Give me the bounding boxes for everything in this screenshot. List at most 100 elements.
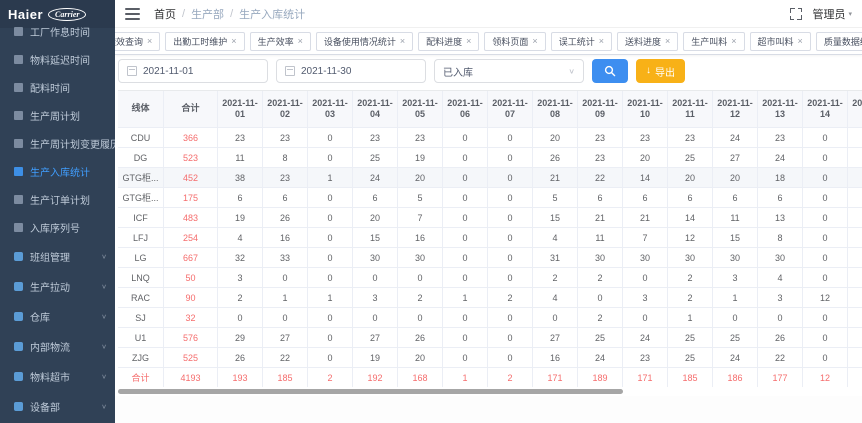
close-icon[interactable]: × bbox=[400, 37, 405, 46]
value-cell: 16 bbox=[533, 348, 578, 368]
total-cell: 667 bbox=[164, 248, 218, 268]
table-row[interactable]: LFJ25441601516004117121580 bbox=[118, 228, 862, 248]
value-cell: 11 bbox=[218, 148, 263, 168]
date-to-field[interactable] bbox=[276, 59, 426, 83]
value-cell: 25 bbox=[668, 148, 713, 168]
sidebar-group-label: 生产拉动 bbox=[30, 279, 94, 294]
search-button[interactable] bbox=[592, 59, 628, 83]
col-header-date[interactable]: 2021-11-07 bbox=[488, 91, 533, 128]
tab-10[interactable]: 质量数据统计× bbox=[816, 32, 862, 51]
sidebar-group-2[interactable]: 仓库∨ bbox=[0, 301, 115, 331]
close-icon[interactable]: × bbox=[147, 37, 152, 46]
col-header-date[interactable]: 2021-11-06 bbox=[443, 91, 488, 128]
tab-5[interactable]: 领料页面× bbox=[484, 32, 545, 51]
col-header-total[interactable]: 合计 bbox=[164, 91, 218, 128]
close-icon[interactable]: × bbox=[599, 37, 604, 46]
sidebar-item-5[interactable]: 生产入库统计 bbox=[0, 157, 115, 185]
value-cell: 24 bbox=[623, 328, 668, 348]
table-row[interactable]: RAC90211321240321312 bbox=[118, 288, 862, 308]
close-icon[interactable]: × bbox=[665, 37, 670, 46]
fullscreen-icon[interactable] bbox=[790, 8, 802, 20]
tab-label: 出勤工时维护 bbox=[173, 35, 227, 48]
close-icon[interactable]: × bbox=[731, 37, 736, 46]
col-header-date[interactable]: 2021-11-08 bbox=[533, 91, 578, 128]
table-header-row: 线体合计2021-11-012021-11-022021-11-032021-1… bbox=[118, 91, 862, 128]
breadcrumb-home[interactable]: 首页 bbox=[154, 6, 176, 22]
sidebar-group-5[interactable]: 设备部∨ bbox=[0, 391, 115, 421]
table-row[interactable]: GTG柜...452382312420002122142020180 bbox=[118, 168, 862, 188]
sidebar-item-2[interactable]: 配料时间 bbox=[0, 73, 115, 101]
value-cell: 24 bbox=[758, 148, 803, 168]
value-cell: 23 bbox=[263, 128, 308, 148]
document-icon bbox=[14, 223, 23, 232]
table-row[interactable]: ZJG525262201920001624232524220 bbox=[118, 348, 862, 368]
table-row[interactable]: GTG柜...17566065005666660 bbox=[118, 188, 862, 208]
sidebar-group-1[interactable]: 生产拉动∨ bbox=[0, 271, 115, 301]
close-icon[interactable]: × bbox=[532, 37, 537, 46]
col-header-date[interactable]: 2021-11-05 bbox=[398, 91, 443, 128]
col-header-date[interactable]: 2021-11-03 bbox=[308, 91, 353, 128]
sidebar-group-label: 物料超市 bbox=[30, 369, 94, 384]
sidebar-item-1[interactable]: 物料延迟时间 bbox=[0, 45, 115, 73]
sidebar-group-3[interactable]: 内部物流∨ bbox=[0, 331, 115, 361]
tab-4[interactable]: 配料进度× bbox=[418, 32, 479, 51]
table-row[interactable]: LG667323303030003130303030300 bbox=[118, 248, 862, 268]
col-header-date[interactable]: 2021-11-01 bbox=[218, 91, 263, 128]
status-select[interactable]: 已入库 ∨ bbox=[434, 59, 584, 83]
tabs-bar: 绩效查询×出勤工时维护×生产效率×设备使用情况统计×配料进度×领料页面×误工统计… bbox=[115, 28, 862, 55]
tab-6[interactable]: 误工统计× bbox=[551, 32, 612, 51]
value-cell: 24 bbox=[713, 348, 758, 368]
col-header-date[interactable]: 2021-11-12 bbox=[713, 91, 758, 128]
value-cell: 0 bbox=[803, 228, 848, 248]
sidebar-group-4[interactable]: 物料超市∨ bbox=[0, 361, 115, 391]
col-header-date[interactable]: 2021-11-13 bbox=[758, 91, 803, 128]
col-header-date[interactable]: 2021-11-11 bbox=[668, 91, 713, 128]
table-row[interactable]: DG52311802519002623202527240 bbox=[118, 148, 862, 168]
tab-0[interactable]: 绩效查询× bbox=[115, 32, 160, 51]
value-cell bbox=[848, 288, 862, 308]
value-cell bbox=[848, 228, 862, 248]
value-cell: 168 bbox=[398, 368, 443, 387]
sidebar-item-7[interactable]: 入库序列号 bbox=[0, 213, 115, 241]
horizontal-scrollbar[interactable] bbox=[118, 389, 623, 394]
value-cell: 38 bbox=[218, 168, 263, 188]
tab-3[interactable]: 设备使用情况统计× bbox=[316, 32, 413, 51]
sidebar-item-3[interactable]: 生产周计划 bbox=[0, 101, 115, 129]
breadcrumb-dept[interactable]: 生产部 bbox=[191, 6, 224, 22]
sidebar-item-4[interactable]: 生产周计划变更履历 bbox=[0, 129, 115, 157]
col-header-line[interactable]: 线体 bbox=[118, 91, 164, 128]
date-from-field[interactable] bbox=[118, 59, 268, 83]
close-icon[interactable]: × bbox=[466, 37, 471, 46]
tab-2[interactable]: 生产效率× bbox=[250, 32, 311, 51]
table-row[interactable]: SJ3200000000201000 bbox=[118, 308, 862, 328]
table-row[interactable]: CDU366232302323002023232324230 bbox=[118, 128, 862, 148]
close-icon[interactable]: × bbox=[231, 37, 236, 46]
user-menu[interactable]: 管理员 ▾ bbox=[812, 6, 852, 22]
tab-7[interactable]: 送料进度× bbox=[617, 32, 678, 51]
sidebar-group-0[interactable]: 班组管理∨ bbox=[0, 241, 115, 271]
close-icon[interactable]: × bbox=[798, 37, 803, 46]
hamburger-icon[interactable] bbox=[125, 8, 140, 20]
col-header-date[interactable]: 2021-11-10 bbox=[623, 91, 668, 128]
tab-9[interactable]: 超市叫料× bbox=[750, 32, 811, 51]
value-cell: 2 bbox=[398, 288, 443, 308]
table-row[interactable]: ICF48319260207001521211411130 bbox=[118, 208, 862, 228]
table-row[interactable]: U1576292702726002725242525260 bbox=[118, 328, 862, 348]
tab-1[interactable]: 出勤工时维护 × bbox=[165, 32, 244, 51]
export-button[interactable]: ↓ 导出 bbox=[636, 59, 685, 83]
col-header-date[interactable]: 2021-11-04 bbox=[353, 91, 398, 128]
date-to-input[interactable] bbox=[301, 66, 417, 77]
col-header-date[interactable]: 2021-11-14 bbox=[803, 91, 848, 128]
tab-8[interactable]: 生产叫料× bbox=[683, 32, 744, 51]
summary-row[interactable]: 合计41931931852192168121711891711851861771… bbox=[118, 368, 862, 387]
col-header-date[interactable]: 2021-11-15 bbox=[848, 91, 862, 128]
close-icon[interactable]: × bbox=[298, 37, 303, 46]
col-header-date[interactable]: 2021-11-02 bbox=[263, 91, 308, 128]
value-cell: 0 bbox=[308, 188, 353, 208]
sidebar-item-6[interactable]: 生产订单计划 bbox=[0, 185, 115, 213]
col-header-date[interactable]: 2021-11-09 bbox=[578, 91, 623, 128]
value-cell: 23 bbox=[263, 168, 308, 188]
date-from-input[interactable] bbox=[143, 66, 259, 77]
value-cell: 0 bbox=[398, 268, 443, 288]
table-row[interactable]: LNQ5030000002202340 bbox=[118, 268, 862, 288]
